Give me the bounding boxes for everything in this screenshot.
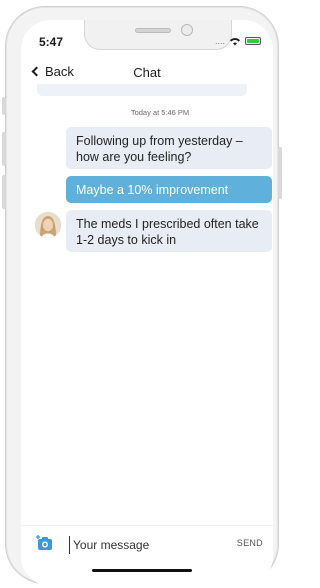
- volume-down-button: [2, 175, 6, 209]
- camera-icon: [36, 535, 52, 550]
- wifi-icon: [230, 37, 240, 45]
- volume-up-button: [2, 132, 6, 166]
- battery-level: [247, 39, 259, 43]
- message-bubble-outgoing: Maybe a 10% improvement: [66, 176, 272, 203]
- message-text: Following up from yesterday – how are yo…: [76, 134, 243, 164]
- battery-icon: [245, 37, 261, 45]
- status-indicators: ....: [215, 36, 261, 46]
- camera-button[interactable]: [35, 534, 55, 552]
- message-input[interactable]: [69, 536, 219, 554]
- front-camera-icon: [181, 24, 193, 36]
- message-composer: SEND: [21, 525, 273, 561]
- status-bar: 5:47 ....: [21, 20, 273, 60]
- header-divider: [37, 84, 247, 96]
- message-text: Maybe a 10% improvement: [76, 183, 229, 197]
- speaker-icon: [135, 28, 171, 33]
- phone-screen: 5:47 .... Back Chat: [21, 20, 273, 586]
- notch: [84, 20, 232, 50]
- avatar: [35, 212, 61, 238]
- signal-dots: ....: [214, 36, 225, 46]
- message-bubble-incoming: The meds I prescribed often take 1-2 day…: [66, 210, 272, 252]
- chat-timestamp: Today at 5:46 PM: [130, 108, 190, 117]
- status-time: 5:47: [39, 35, 64, 49]
- send-button[interactable]: SEND: [237, 538, 263, 548]
- power-button: [278, 147, 282, 199]
- nav-bar: Back Chat: [21, 60, 273, 86]
- doctor-avatar-icon: [35, 212, 61, 238]
- message-text: The meds I prescribed often take 1-2 day…: [76, 217, 259, 247]
- page-title: Chat: [133, 65, 161, 80]
- message-bubble-incoming: Following up from yesterday – how are yo…: [66, 127, 272, 169]
- home-indicator[interactable]: [92, 569, 192, 572]
